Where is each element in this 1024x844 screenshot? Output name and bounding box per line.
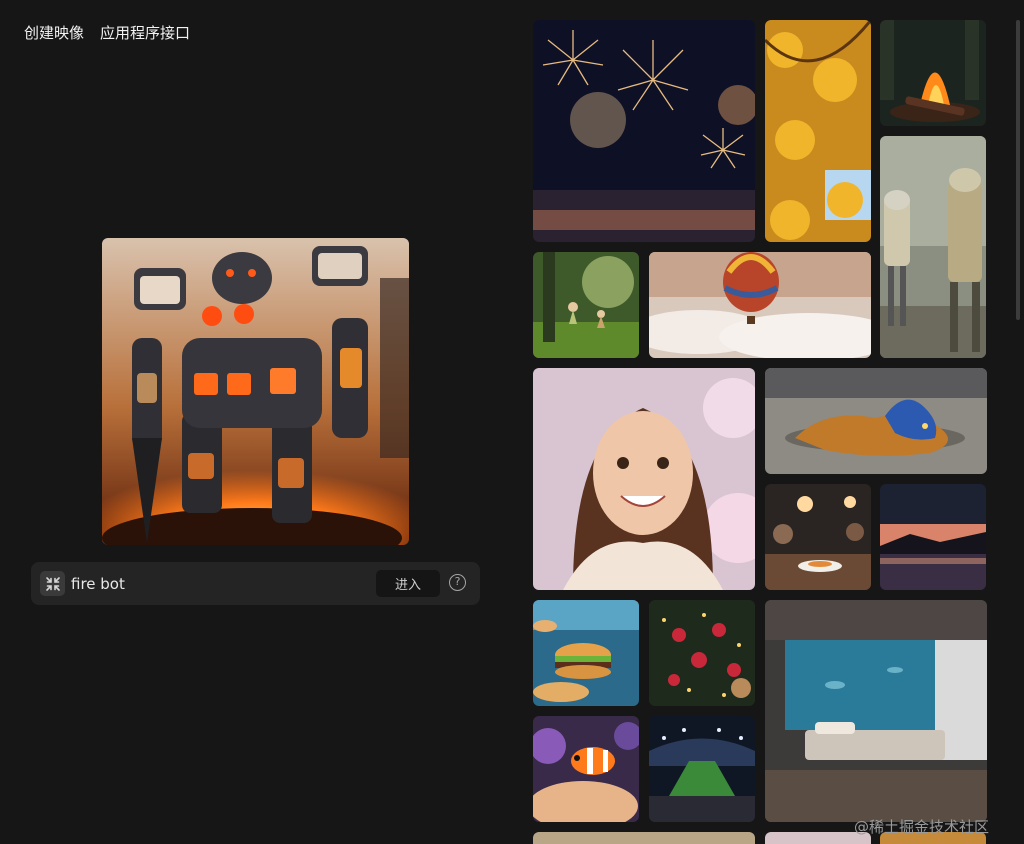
scrollbar[interactable]: [1016, 20, 1020, 320]
watermark: @稀土掘金技术社区: [854, 818, 990, 836]
gallery-tile-christmas-tree[interactable]: [649, 600, 755, 706]
gallery: [0, 0, 1024, 844]
gallery-tile-campfire[interactable]: [880, 20, 986, 126]
gallery-tile-sunset-lake[interactable]: [880, 484, 986, 590]
gallery-tile-fireworks[interactable]: [533, 20, 755, 242]
gallery-tile-smiling-girl[interactable]: [533, 368, 755, 590]
gallery-tile-burgers-sea[interactable]: [533, 600, 639, 706]
gallery-tile-hot-air-balloon[interactable]: [649, 252, 871, 358]
gallery-tile-football-stadium[interactable]: [649, 716, 755, 822]
gallery-tile-underwater-bedroom[interactable]: [765, 600, 987, 822]
gallery-tile-partial-1[interactable]: [533, 832, 755, 844]
gallery-tile-fairies-forest[interactable]: [533, 252, 639, 358]
gallery-tile-restaurant[interactable]: [765, 484, 871, 590]
gallery-tile-droid-robots[interactable]: [880, 136, 986, 358]
gallery-tile-clownfish[interactable]: [533, 716, 639, 822]
gallery-tile-blue-dragon[interactable]: [765, 368, 987, 474]
gallery-tile-autumn-leaves[interactable]: [765, 20, 871, 242]
